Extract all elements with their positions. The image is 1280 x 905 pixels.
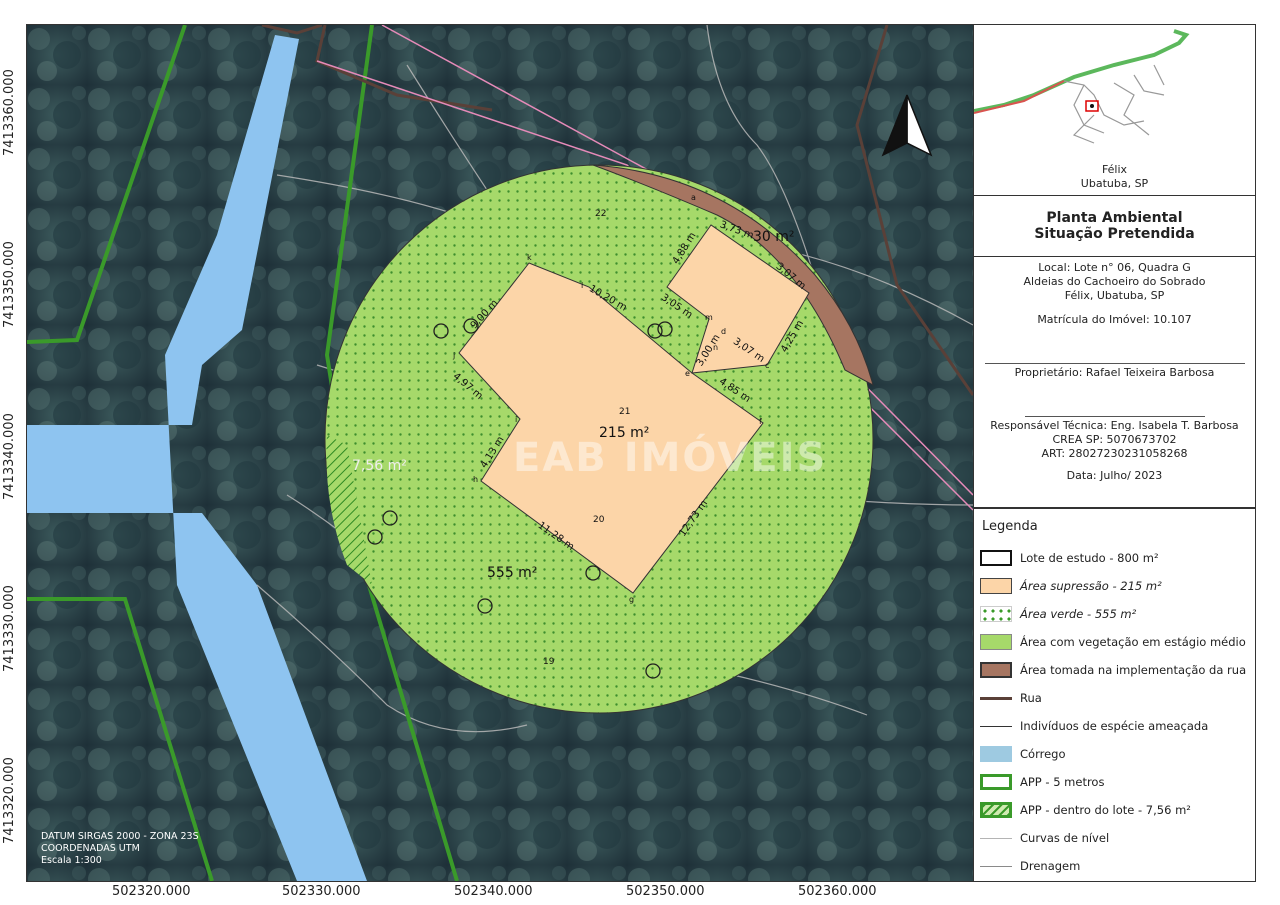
vertex-label: a — [691, 193, 696, 202]
contour-label: 22 — [595, 209, 607, 219]
legend-swatch — [980, 746, 1012, 762]
info-responsavel: Responsável Técnica: Eng. Isabela T. Bar… — [990, 419, 1239, 432]
map-canvas[interactable]: 215 m² 555 m² 30 m² 7,56 m² EAB IMÓVEIS … — [26, 24, 974, 882]
responsible-signature-line — [1024, 416, 1205, 417]
x-tick-label: 502360.000 — [798, 884, 877, 899]
datum-line: DATUM SIRGAS 2000 - ZONA 23S — [41, 831, 199, 842]
legend-item: Área com vegetação em estágio médio — [980, 633, 1250, 653]
legend-item: Lote de estudo - 800 m² — [980, 549, 1250, 569]
info-loteamento: Aldeias do Cachoeiro do Sobrado — [1023, 275, 1206, 288]
locator-city: Ubatuba, SP — [1080, 177, 1149, 190]
vertex-label: l — [581, 281, 584, 290]
vertex-label: d — [721, 327, 727, 336]
vertex-label: m — [705, 313, 713, 322]
vertex-label: f — [759, 417, 762, 426]
legend-label: Indivíduos de espécie ameaçada — [1020, 719, 1209, 733]
y-tick-label: 7413340.000 — [2, 413, 17, 500]
x-tick-label: 502330.000 — [282, 884, 361, 899]
green-area-label: 555 m² — [487, 565, 538, 581]
x-tick-label: 502340.000 — [454, 884, 533, 899]
info-crea: CREA SP: 5070673702 — [1052, 433, 1177, 446]
road-area-label: 30 m² — [753, 229, 795, 245]
title-panel: Planta Ambiental Situação Pretendida — [973, 195, 1256, 257]
vertex-label: k — [527, 253, 532, 262]
info-art: ART: 28027230231058268 — [1041, 447, 1188, 460]
legend-swatch — [980, 838, 1012, 839]
owner-signature-line — [984, 363, 1245, 364]
x-tick-label: 502350.000 — [626, 884, 705, 899]
vertex-label: c — [765, 361, 770, 370]
contour-label: 20 — [593, 515, 605, 525]
legend-item: Área tomada na implementação da rua — [980, 661, 1250, 681]
legend-label: Córrego — [1020, 747, 1066, 761]
y-tick-label: 7413320.000 — [2, 757, 17, 844]
legend-item: Indivíduos de espécie ameaçada — [980, 717, 1250, 737]
legend-item: Drenagem — [980, 857, 1250, 877]
legend-label: Área supressão - 215 m² — [1020, 579, 1162, 593]
legend-label: Área tomada na implementação da rua — [1020, 663, 1247, 677]
vertex-label: g — [629, 595, 635, 604]
legend-label: Rua — [1020, 691, 1042, 705]
legend-swatch — [980, 802, 1012, 818]
title-line2: Situação Pretendida — [1034, 226, 1195, 242]
legend-panel: Legenda Lote de estudo - 800 m² Área sup… — [973, 508, 1256, 882]
legend-label: Drenagem — [1020, 859, 1081, 873]
vertex-label: n — [713, 343, 719, 352]
watermark: EAB IMÓVEIS — [513, 435, 828, 481]
datum-line: COORDENADAS UTM — [41, 843, 140, 854]
legend-item: APP - 5 metros — [980, 773, 1250, 793]
info-proprietario: Proprietário: Rafael Teixeira Barbosa — [1014, 366, 1215, 379]
locator-map — [973, 29, 1190, 144]
datum-info: DATUM SIRGAS 2000 - ZONA 23S COORDENADAS… — [41, 831, 199, 867]
y-tick-label: 7413360.000 — [2, 69, 17, 156]
legend-swatch — [980, 662, 1012, 678]
legend-swatch — [980, 578, 1012, 594]
legend-swatch — [980, 550, 1012, 566]
legend-swatch — [980, 726, 1012, 727]
legend-item: Área supressão - 215 m² — [980, 577, 1250, 597]
title-line1: Planta Ambiental — [1046, 210, 1183, 226]
legend-label: Curvas de nível — [1020, 831, 1110, 845]
contour-label: 19 — [543, 657, 555, 667]
vertex-label: i — [515, 415, 518, 424]
locator-panel: Félix Ubatuba, SP — [973, 24, 1256, 196]
legend-swatch — [980, 634, 1012, 650]
info-cidade: Félix, Ubatuba, SP — [1064, 289, 1165, 302]
y-tick-label: 7413350.000 — [2, 241, 17, 328]
info-panel: Local: Lote n° 06, Quadra G Aldeias do C… — [973, 256, 1256, 508]
legend-label: Área verde - 555 m² — [1020, 607, 1137, 621]
locator-place: Félix — [1101, 163, 1128, 176]
legend-swatch — [980, 606, 1012, 622]
vertex-label: h — [473, 475, 479, 484]
info-matricula: Matrícula do Imóvel: 10.107 — [1037, 313, 1192, 326]
legend-swatch — [980, 866, 1012, 867]
legend-item: Área verde - 555 m² — [980, 605, 1250, 625]
legend-item: APP - dentro do lote - 7,56 m² — [980, 801, 1250, 821]
legend-item: Rua — [980, 689, 1250, 709]
datum-line: Escala 1:300 — [41, 855, 102, 866]
legend-label: APP - dentro do lote - 7,56 m² — [1020, 803, 1191, 817]
y-tick-label: 7413330.000 — [2, 585, 17, 672]
vertex-label: e — [685, 369, 690, 378]
legend-item: Curvas de nível — [980, 829, 1250, 849]
legend-swatch — [980, 697, 1012, 700]
info-data: Data: Julho/ 2023 — [1066, 469, 1163, 482]
legend-label: Lote de estudo - 800 m² — [1020, 551, 1159, 565]
legend-title: Legenda — [982, 519, 1038, 534]
legend-item: Córrego — [980, 745, 1250, 765]
legend-swatch — [980, 774, 1012, 790]
legend-label: Área com vegetação em estágio médio — [1020, 635, 1246, 649]
contour-label: 21 — [619, 407, 631, 417]
info-local: Local: Lote n° 06, Quadra G — [1038, 261, 1191, 274]
x-tick-label: 502320.000 — [112, 884, 191, 899]
legend-label: APP - 5 metros — [1020, 775, 1105, 789]
map-drawing — [27, 25, 973, 881]
vertex-label: j — [453, 351, 456, 360]
app-area-label: 7,56 m² — [352, 458, 407, 474]
